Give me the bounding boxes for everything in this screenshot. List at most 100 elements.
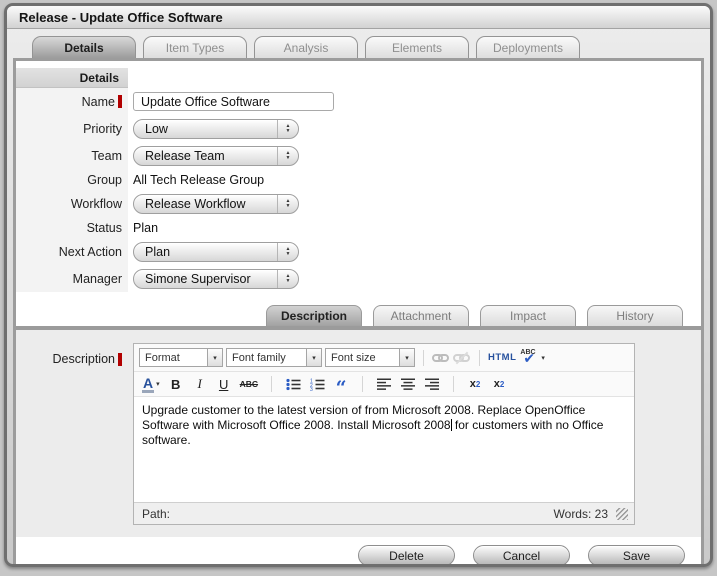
field-row-group: Group All Tech Release Group [16, 169, 701, 190]
underline-button[interactable]: U [216, 375, 232, 393]
subtab-label: Impact [509, 309, 546, 323]
team-select[interactable]: Release Team ▲ ▼ [133, 145, 299, 166]
align-center-button[interactable] [400, 375, 416, 393]
name-label: Name [16, 95, 128, 109]
subtab-impact[interactable]: Impact [480, 305, 576, 326]
tab-deployments[interactable]: Deployments [476, 36, 580, 58]
workflow-select[interactable]: Release Workflow ▲ ▼ [133, 193, 299, 214]
details-section-header: Details [16, 68, 128, 88]
stepper-arrows-icon: ▲ ▼ [277, 146, 298, 165]
subscript-button[interactable]: x2 [467, 375, 483, 393]
editor-toolbar-row-1: Format ▾ Font family ▾ Font size ▾ HTML … [134, 344, 634, 372]
stepper-arrows-icon: ▲ ▼ [277, 269, 298, 288]
subtab-label: Attachment [390, 309, 452, 323]
unlink-icon [453, 351, 471, 364]
tab-elements[interactable]: Elements [365, 36, 469, 58]
tab-label: Analysis [283, 40, 329, 55]
toolbar-separator [479, 349, 480, 366]
spellcheck-icon: ABC ✔ [520, 348, 536, 366]
manager-label: Manager [72, 271, 122, 286]
window-titlebar: Release - Update Office Software [7, 6, 710, 29]
resize-grip[interactable] [616, 507, 628, 520]
numbered-list-button[interactable]: 1 2 3 [309, 375, 325, 393]
chevron-down-icon: ▾ [207, 349, 222, 366]
sub-tab-bar: Description Attachment Impact History [266, 302, 701, 326]
toolbar-separator [453, 376, 455, 392]
app-window: Release - Update Office Software Details… [4, 3, 713, 567]
status-label: Status [86, 220, 122, 235]
format-select[interactable]: Format ▾ [139, 348, 223, 367]
insert-link-button[interactable] [432, 349, 450, 367]
cancel-button[interactable]: Cancel [473, 545, 570, 564]
bullet-list-button[interactable] [285, 375, 301, 393]
align-right-button[interactable] [424, 375, 440, 393]
subtab-label: Description [280, 309, 347, 323]
spellcheck-button[interactable]: ABC ✔ ▾ [519, 349, 545, 367]
html-source-button[interactable]: HTML [488, 349, 516, 367]
main-tab-bar: Details Item Types Analysis Elements Dep… [7, 29, 710, 58]
delete-button[interactable]: Delete [358, 545, 455, 564]
group-label: Group [87, 172, 122, 187]
required-marker [118, 353, 122, 366]
field-row-name: Name [16, 88, 701, 115]
chevron-down-icon: ▾ [541, 354, 545, 362]
field-row-priority: Priority Low ▲ ▼ [16, 115, 701, 142]
field-row-team: Team Release Team ▲ ▼ [16, 142, 701, 169]
tab-label: Item Types [165, 40, 225, 55]
editor-toolbar-row-2: A ▾ B I U ABC 1 2 3 “ x 2 x 2 [134, 372, 634, 398]
align-left-icon [377, 378, 392, 390]
priority-label: Priority [83, 121, 122, 136]
next-action-label: Next Action [58, 244, 122, 259]
stepper-arrows-icon: ▲ ▼ [277, 194, 298, 213]
next-action-select[interactable]: Plan ▲ ▼ [133, 241, 299, 262]
word-count: Words: 23 [553, 506, 608, 521]
superscript-button[interactable]: x2 [491, 375, 507, 393]
rich-text-editor: Format ▾ Font family ▾ Font size ▾ HTML … [133, 343, 635, 525]
field-row-workflow: Workflow Release Workflow ▲ ▼ [16, 190, 701, 217]
bold-button[interactable]: B [168, 375, 184, 393]
subtab-history[interactable]: History [587, 305, 683, 326]
group-value: All Tech Release Group [133, 172, 265, 187]
priority-select[interactable]: Low ▲ ▼ [133, 118, 299, 139]
bullet-list-icon [285, 378, 301, 390]
stepper-arrows-icon: ▲ ▼ [277, 119, 298, 138]
font-size-select[interactable]: Font size ▾ [325, 348, 415, 367]
editor-status-bar: Path: Words: 23 [134, 502, 634, 524]
description-text-area[interactable]: Upgrade customer to the latest version o… [134, 397, 634, 502]
workflow-value: Release Workflow [145, 196, 246, 211]
chevron-down-icon: ▾ [399, 349, 414, 366]
subtab-description[interactable]: Description [266, 305, 362, 326]
manager-value: Simone Supervisor [145, 271, 251, 286]
tab-details[interactable]: Details [32, 36, 136, 58]
name-input[interactable] [133, 92, 334, 111]
description-label: Description [16, 343, 128, 525]
blockquote-button[interactable]: “ [333, 375, 349, 398]
tab-label: Elements [391, 40, 443, 55]
remove-link-button[interactable] [453, 349, 471, 367]
chevron-down-icon: ▾ [306, 349, 321, 366]
stepper-arrows-icon: ▲ ▼ [277, 242, 298, 261]
font-color-button[interactable]: A ▾ [142, 375, 160, 393]
font-family-select[interactable]: Font family ▾ [226, 348, 322, 367]
save-button[interactable]: Save [588, 545, 685, 564]
subtab-label: History [616, 309, 654, 323]
tab-analysis[interactable]: Analysis [254, 36, 358, 58]
toolbar-separator [423, 349, 424, 366]
team-value: Release Team [145, 148, 225, 163]
workflow-label: Workflow [70, 196, 122, 211]
align-center-icon [401, 378, 416, 390]
link-icon [432, 352, 450, 364]
toolbar-separator [362, 376, 364, 392]
tab-label: Deployments [492, 40, 564, 55]
subtab-attachment[interactable]: Attachment [373, 305, 469, 326]
manager-select[interactable]: Simone Supervisor ▲ ▼ [133, 268, 299, 289]
page-title: Release - Update Office Software [19, 9, 223, 25]
status-value: Plan [133, 220, 159, 235]
tab-item-types[interactable]: Item Types [143, 36, 247, 58]
priority-value: Low [145, 121, 168, 136]
align-left-button[interactable] [376, 375, 392, 393]
strikethrough-button[interactable]: ABC [240, 375, 258, 393]
italic-button[interactable]: I [192, 375, 208, 393]
next-action-value: Plan [145, 244, 171, 259]
details-form: Details Name Priority Low [16, 61, 701, 292]
